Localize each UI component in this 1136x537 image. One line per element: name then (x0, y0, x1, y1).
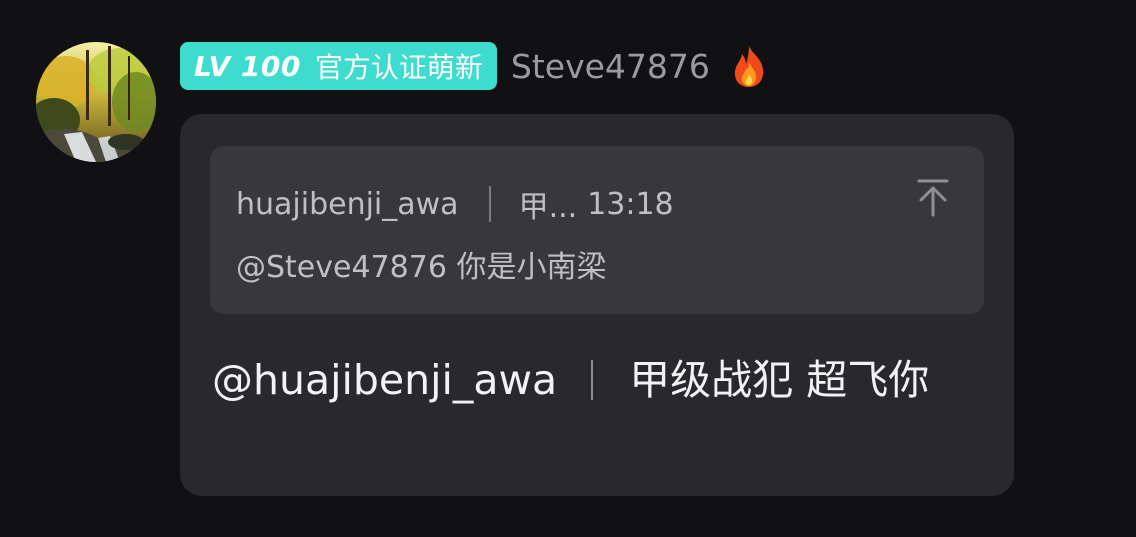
quoted-message[interactable]: huajibenji_awa 甲... 13:18 @Steve47876 你是… (210, 146, 984, 314)
message-mention[interactable]: @huajibenji_awa (212, 356, 557, 404)
username[interactable]: Steve47876 (511, 47, 710, 86)
message-body: 超飞你 (806, 356, 930, 404)
message-divider (591, 360, 594, 400)
user-avatar[interactable] (36, 42, 156, 162)
quoted-text: @Steve47876 你是小南梁 (236, 250, 607, 285)
badge-level: LV 100 (194, 49, 301, 83)
quoted-time: 13:18 (587, 186, 674, 222)
scroll-to-top-icon[interactable] (916, 178, 950, 218)
message-header: LV 100 官方认证萌新 Steve47876 (180, 42, 768, 90)
quoted-meta: huajibenji_awa 甲... 13:18 (236, 182, 674, 226)
quoted-title: 甲... (518, 190, 578, 225)
forest-waterfall-avatar (36, 42, 156, 162)
message-mention-title: 甲级战犯 (629, 356, 794, 404)
quoted-divider (488, 186, 491, 222)
message-bubble[interactable]: huajibenji_awa 甲... 13:18 @Steve47876 你是… (180, 114, 1014, 496)
quoted-author: huajibenji_awa (236, 186, 459, 222)
level-badge[interactable]: LV 100 官方认证萌新 (180, 42, 497, 90)
fire-icon (730, 44, 768, 88)
message-text: @huajibenji_awa 甲级战犯 超飞你 (212, 350, 992, 410)
badge-title: 官方认证萌新 (314, 51, 483, 84)
